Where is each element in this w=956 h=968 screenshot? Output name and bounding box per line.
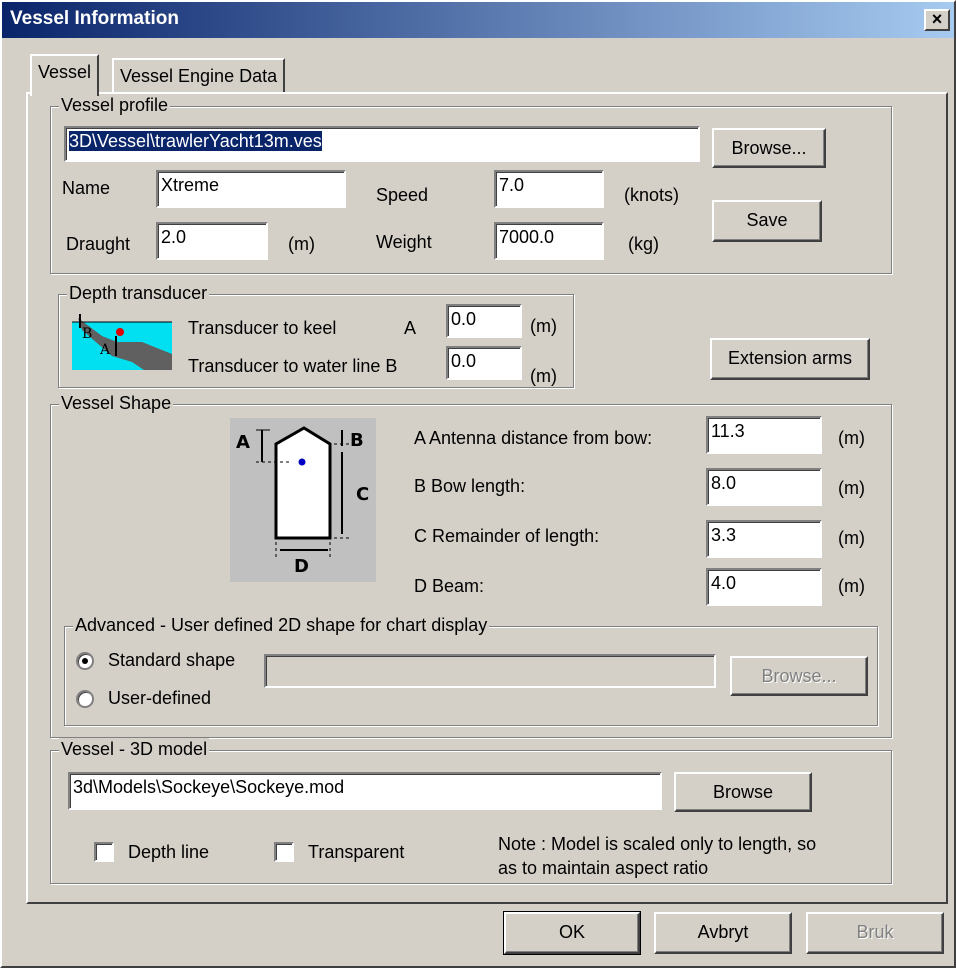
remainder-length-unit: (m) <box>838 528 865 548</box>
transducer-water-field[interactable]: 0.0 <box>446 346 522 380</box>
shape-label-d: D <box>294 556 309 577</box>
model-path-field[interactable]: 3d\Models\Sockeye\Sockeye.mod <box>68 772 662 810</box>
vessel-3d-model-legend: Vessel - 3D model <box>59 738 210 760</box>
weight-unit: (kg) <box>628 234 659 254</box>
transducer-keel-unit: (m) <box>530 316 557 336</box>
antenna-distance-unit: (m) <box>838 428 865 448</box>
transducer-keel-field[interactable]: 0.0 <box>446 304 522 338</box>
antenna-distance-field[interactable]: 11.3 <box>706 416 822 454</box>
model-browse-button[interactable]: Browse <box>674 772 812 812</box>
user-defined-radio[interactable] <box>76 690 94 708</box>
vessel-profile-path-text: 3D\Vessel\trawlerYacht13m.ves <box>69 131 322 151</box>
dialog-title: Vessel Information <box>10 8 179 29</box>
advanced-shape-legend: Advanced - User defined 2D shape for cha… <box>73 614 490 636</box>
model-note-line2: as to maintain aspect ratio <box>498 858 709 878</box>
vessel-profile-path-field[interactable]: 3D\Vessel\trawlerYacht13m.ves <box>64 126 700 162</box>
extension-arms-button[interactable]: Extension arms <box>710 338 870 380</box>
speed-unit: (knots) <box>624 185 680 205</box>
shape-label-a: A <box>236 432 250 453</box>
bow-length-field[interactable]: 8.0 <box>706 468 822 506</box>
name-field[interactable]: Xtreme <box>156 170 346 208</box>
title-bar[interactable]: Vessel Information × <box>2 2 954 38</box>
beam-field[interactable]: 4.0 <box>706 568 822 606</box>
user-defined-label: User-defined <box>108 688 212 708</box>
shape-label-c: C <box>356 484 369 505</box>
vessel-shape-diagram: A B C D <box>230 418 376 582</box>
tab-vessel-label: Vessel <box>38 62 92 82</box>
weight-field[interactable]: 7000.0 <box>494 222 604 260</box>
bow-length-unit: (m) <box>838 478 865 498</box>
close-icon: × <box>931 9 943 29</box>
close-button[interactable]: × <box>924 9 950 31</box>
vessel-information-dialog: Vessel Information × Vessel Vessel Engin… <box>0 0 956 968</box>
transducer-diagram-icon: B A <box>72 308 172 370</box>
tab-vessel[interactable]: Vessel <box>30 54 100 96</box>
weight-label: Weight <box>376 232 432 252</box>
depth-transducer-legend: Depth transducer <box>67 282 210 304</box>
transparent-checkbox[interactable] <box>274 842 294 862</box>
vessel-profile-browse-button[interactable]: Browse... <box>712 128 826 168</box>
cancel-button[interactable]: Avbryt <box>654 912 792 954</box>
shape-label-b: B <box>350 430 364 451</box>
remainder-length-field[interactable]: 3.3 <box>706 520 822 558</box>
draught-unit: (m) <box>288 234 315 254</box>
beam-label: D Beam: <box>414 576 485 596</box>
vessel-profile-legend: Vessel profile <box>59 94 171 116</box>
transducer-water-label: Transducer to water line B <box>188 356 398 376</box>
remainder-length-label: C Remainder of length: <box>414 526 600 546</box>
vessel-profile-save-button[interactable]: Save <box>712 200 822 242</box>
tab-engine-label: Vessel Engine Data <box>120 66 278 86</box>
ok-button[interactable]: OK <box>503 911 641 955</box>
transducer-keel-letter: A <box>404 318 417 338</box>
draught-field[interactable]: 2.0 <box>156 222 268 260</box>
apply-button[interactable]: Bruk <box>806 912 944 954</box>
model-note-line1: Note : Model is scaled only to length, s… <box>498 834 817 854</box>
transducer-letter-b: B <box>82 326 92 342</box>
vessel-3d-model-group: Vessel - 3D model <box>50 738 892 884</box>
antenna-distance-label: A Antenna distance from bow: <box>414 428 653 448</box>
transparent-label: Transparent <box>308 842 405 862</box>
beam-unit: (m) <box>838 576 865 596</box>
standard-shape-radio[interactable] <box>76 652 94 670</box>
user-shape-path-field[interactable] <box>264 654 716 688</box>
bow-length-label: B Bow length: <box>414 476 526 496</box>
speed-field[interactable]: 7.0 <box>494 170 604 208</box>
radio-selected-dot <box>82 658 88 664</box>
name-label: Name <box>62 178 111 198</box>
tab-vessel-engine-data[interactable]: Vessel Engine Data <box>112 58 286 94</box>
transducer-keel-label: Transducer to keel <box>188 318 337 338</box>
user-shape-browse-button[interactable]: Browse... <box>730 656 868 696</box>
transducer-water-unit: (m) <box>530 366 557 386</box>
depth-line-label: Depth line <box>128 842 210 862</box>
depth-line-checkbox[interactable] <box>94 842 114 862</box>
draught-label: Draught <box>66 234 131 254</box>
speed-label: Speed <box>376 185 429 205</box>
vessel-shape-legend: Vessel Shape <box>59 392 174 414</box>
transducer-letter-a: A <box>99 342 111 358</box>
standard-shape-label: Standard shape <box>108 650 236 670</box>
